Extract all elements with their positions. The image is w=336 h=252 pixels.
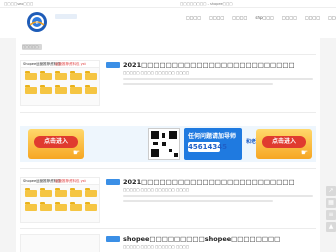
nav-item[interactable]: □□□□ bbox=[305, 16, 320, 20]
folder-icon bbox=[25, 85, 37, 94]
folder-icon bbox=[55, 202, 67, 211]
folder-icon bbox=[85, 71, 97, 80]
excerpt-line bbox=[123, 195, 313, 197]
article-thumbnail[interactable] bbox=[20, 234, 100, 252]
svg-text:e: e bbox=[35, 20, 38, 26]
excerpt-line bbox=[123, 200, 273, 202]
folder-grid bbox=[25, 71, 97, 94]
nav-item[interactable]: □□□□ bbox=[282, 16, 297, 20]
thumbnail-banner: Shopee运营推荐资料包 运营推荐资料包 yst bbox=[21, 178, 99, 185]
ad-banner[interactable]: 点击进入 ☛ 任何问题请加导师 45614345 和老师一对一交流 点击进入 ☛ bbox=[20, 126, 316, 162]
folder-grid bbox=[25, 188, 97, 211]
share-icon[interactable]: ↗ bbox=[326, 186, 336, 196]
ad-headline: 任何问题请加导师 bbox=[188, 133, 237, 140]
category-tag[interactable] bbox=[106, 62, 120, 68]
article-title[interactable]: 2021□□□□□□□□□□□□□□□□□□□□□□□□□ bbox=[123, 61, 313, 69]
folder-icon bbox=[25, 188, 37, 197]
ad-enter-button-right[interactable]: 点击进入 ☛ bbox=[256, 129, 312, 159]
nav-item[interactable]: □□□□ bbox=[209, 16, 224, 20]
folder-icon bbox=[40, 85, 52, 94]
qr-icon[interactable]: ▦ bbox=[326, 198, 336, 208]
article-meta: □□□□□ □□□□ □□□□□□ □□□□ bbox=[123, 245, 190, 249]
topbar-mid-text[interactable]: □□□□□□□□ - shopee□□□ bbox=[180, 2, 233, 6]
folder-icon bbox=[55, 71, 67, 80]
header-search-box[interactable] bbox=[55, 14, 77, 19]
category-tag[interactable] bbox=[106, 236, 120, 242]
topbar-left-text[interactable]: □□□□seo□□□ bbox=[4, 2, 33, 6]
excerpt-line bbox=[123, 83, 273, 85]
banner-right-text: 运营推荐资料包 yst bbox=[55, 179, 86, 183]
hand-pointer-icon: ☛ bbox=[72, 148, 80, 157]
circular-logo-icon[interactable]: e bbox=[26, 11, 48, 33]
folder-icon bbox=[55, 188, 67, 197]
nav-item[interactable]: □□□□ bbox=[186, 16, 201, 20]
article-divider bbox=[20, 228, 316, 229]
folder-icon bbox=[85, 85, 97, 94]
article-meta: □□□□□ □□□□ □□□□□□ □□□□ bbox=[123, 71, 190, 75]
site-header: e □□□□ □□□□ □□□□ shp□□□ □□□□ □□□□ □□□□ bbox=[0, 8, 336, 38]
article-title[interactable]: shopee□□□□□□□□□shopee□□□□□□□□ bbox=[123, 235, 313, 243]
top-icon[interactable]: ≡ bbox=[326, 210, 336, 220]
main-nav: □□□□ □□□□ □□□□ shp□□□ □□□□ □□□□ □□□□ bbox=[186, 16, 336, 20]
qr-code-icon bbox=[148, 128, 180, 160]
article-divider bbox=[20, 112, 316, 113]
ad-button-label: 点击进入 bbox=[34, 136, 78, 148]
article-meta: □□□□□ □□□□ □□□□□□ □□□□ bbox=[123, 188, 190, 192]
ad-button-label: 点击进入 bbox=[262, 136, 306, 148]
section-divider bbox=[20, 54, 316, 55]
article-title[interactable]: 2021□□□□□□□□□□□□□□□□□□□□□□□□□ bbox=[123, 178, 313, 186]
top-bar: □□□□seo□□□ □□□□□□□□ - shopee□□□ bbox=[0, 0, 336, 8]
folder-icon bbox=[40, 71, 52, 80]
folder-icon bbox=[70, 202, 82, 211]
category-tag[interactable] bbox=[106, 179, 120, 185]
nav-item[interactable]: □□□□ bbox=[232, 16, 247, 20]
folder-icon bbox=[55, 85, 67, 94]
folder-icon bbox=[25, 71, 37, 80]
folder-icon bbox=[70, 71, 82, 80]
excerpt-line bbox=[123, 78, 313, 80]
ad-contact-number: 45614345 bbox=[188, 142, 227, 152]
thumbnail-banner: Shopee运营推荐资料包 运营推荐资料包 yst bbox=[21, 61, 99, 68]
folder-icon bbox=[70, 188, 82, 197]
folder-icon bbox=[85, 202, 97, 211]
folder-icon bbox=[25, 202, 37, 211]
article-divider bbox=[20, 168, 316, 169]
main-content: □□□□□ Shopee运营推荐资料包 运营推荐资料包 yst 2021□□□□… bbox=[16, 38, 320, 252]
arrow-up-icon[interactable]: ▲ bbox=[326, 222, 336, 232]
article-thumbnail[interactable]: Shopee运营推荐资料包 运营推荐资料包 yst bbox=[20, 60, 100, 106]
banner-right-text: 运营推荐资料包 yst bbox=[55, 62, 86, 66]
article-thumbnail[interactable]: Shopee运营推荐资料包 运营推荐资料包 yst bbox=[20, 177, 100, 223]
ad-contact-panel: 任何问题请加导师 45614345 bbox=[184, 128, 242, 160]
section-title-text: □□□□□ bbox=[22, 45, 39, 49]
folder-icon bbox=[70, 85, 82, 94]
nav-item[interactable]: shp□□□ bbox=[255, 16, 274, 20]
folder-icon bbox=[40, 188, 52, 197]
ad-enter-button-left[interactable]: 点击进入 ☛ bbox=[28, 129, 84, 159]
nav-item[interactable]: □□□□ bbox=[328, 16, 336, 20]
hand-pointer-icon: ☛ bbox=[300, 148, 308, 157]
folder-icon bbox=[85, 188, 97, 197]
folder-icon bbox=[40, 202, 52, 211]
